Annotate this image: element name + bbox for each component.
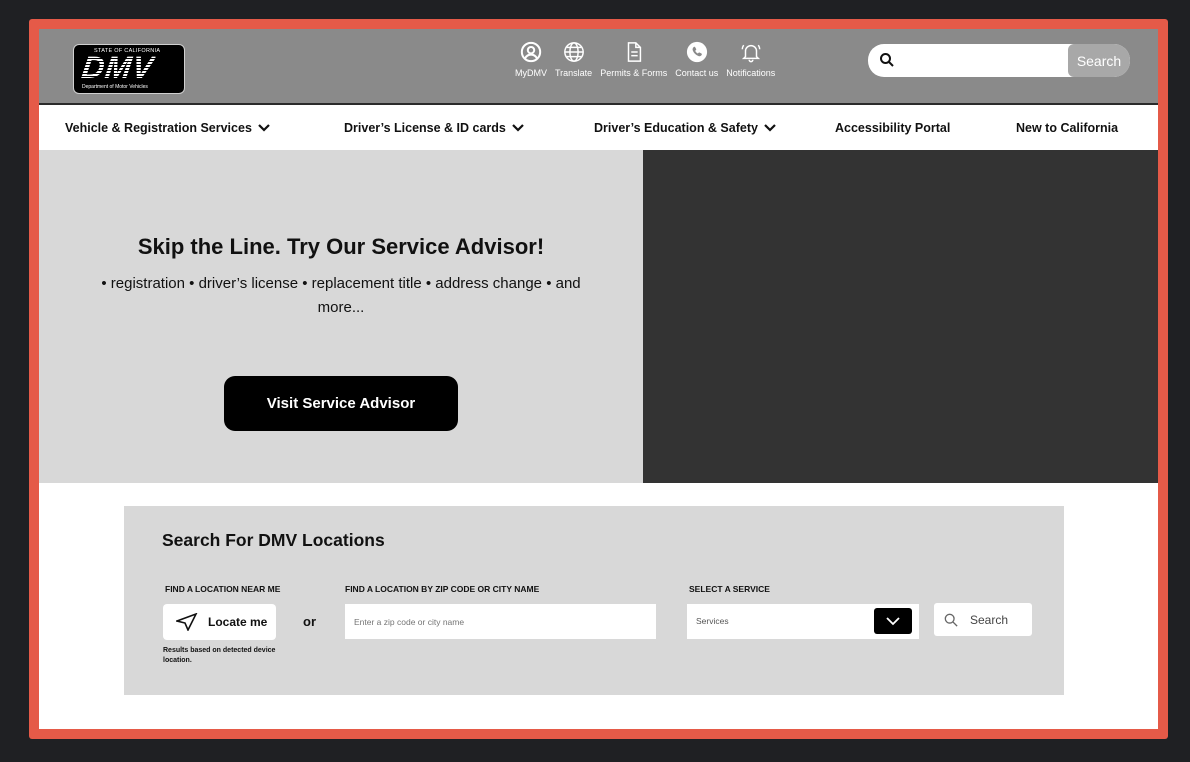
location-search-title: Search For DMV Locations (162, 530, 385, 550)
main-nav: Vehicle & Registration Services Driver’s… (39, 107, 1158, 150)
location-search-panel: Search For DMV Locations FIND A LOCATION… (124, 506, 1064, 695)
service-dropdown-toggle[interactable] (874, 608, 912, 634)
hero-subtitle: • registration • driver’s license • repl… (101, 275, 581, 316)
nav-drivers-education-label: Driver’s Education & Safety (594, 121, 758, 135)
nav-permits-forms-label: Permits & Forms (600, 68, 668, 78)
nav-new-to-california[interactable]: New to California (1016, 121, 1118, 135)
nav-drivers-license[interactable]: Driver’s License & ID cards (344, 121, 524, 135)
nav-new-to-california-label: New to California (1016, 121, 1119, 135)
nav-vehicle-registration[interactable]: Vehicle & Registration Services (65, 121, 270, 135)
chevron-down-icon (764, 124, 776, 132)
nav-translate-label: Translate (555, 68, 593, 78)
near-me-label: FIND A LOCATION NEAR ME (165, 584, 281, 594)
nav-contact-us[interactable]: Contact us (675, 41, 718, 78)
nav-accessibility-portal[interactable]: Accessibility Portal (835, 121, 950, 135)
chevron-down-icon (886, 616, 900, 625)
nav-drivers-license-label: Driver’s License & ID cards (344, 121, 506, 135)
nav-contact-us-label: Contact us (675, 68, 719, 78)
visit-service-advisor-button[interactable]: Visit Service Advisor (224, 376, 458, 431)
bell-icon (741, 44, 761, 63)
location-note: Results based on detected device locatio… (163, 647, 276, 664)
nav-accessibility-portal-label: Accessibility Portal (835, 121, 951, 135)
phone-icon (686, 41, 707, 63)
locate-me-label: Locate me (208, 615, 268, 629)
dmv-logo[interactable]: STATE OF CALIFORNIA DMV Department of Mo… (73, 44, 185, 94)
site-search-input[interactable] (902, 50, 1062, 72)
user-circle-icon (520, 41, 542, 63)
chevron-down-icon (512, 124, 524, 132)
nav-drivers-education[interactable]: Driver’s Education & Safety (594, 121, 776, 135)
globe-icon (563, 42, 584, 62)
nav-permits-forms[interactable]: Permits & Forms (600, 41, 667, 78)
location-search-label: Search (970, 612, 1009, 627)
nav-notifications[interactable]: Notifications (726, 41, 775, 78)
page: STATE OF CALIFORNIA DMV Department of Mo… (39, 29, 1158, 729)
document-icon (627, 42, 641, 62)
nav-notifications-label: Notifications (726, 68, 776, 78)
utility-nav: MyDMV Translate Permits & Forms Contact … (515, 41, 783, 78)
hero-panel: Skip the Line. Try Our Service Advisor! … (39, 150, 643, 483)
chevron-down-icon (258, 124, 270, 132)
service-label: SELECT A SERVICE (689, 584, 770, 594)
hero-image-placeholder (643, 150, 1158, 483)
search-icon (880, 53, 894, 67)
site-search: Search (868, 44, 1130, 77)
hero-title: Skip the Line. Try Our Service Advisor! (137, 234, 545, 259)
nav-vehicle-registration-label: Vehicle & Registration Services (65, 121, 252, 135)
nav-mydmv-label: MyDMV (515, 68, 547, 78)
location-search-button[interactable]: Search (934, 603, 1032, 636)
logo-dept-text: Department of Motor Vehicles (82, 84, 148, 90)
site-search-button[interactable]: Search (1068, 44, 1130, 77)
nav-mydmv[interactable]: MyDMV (515, 41, 547, 78)
search-icon (944, 613, 958, 627)
service-select[interactable]: Services (687, 604, 919, 639)
service-select-value: Services (696, 616, 729, 626)
zip-city-input[interactable] (345, 604, 656, 639)
zip-label: FIND A LOCATION BY ZIP CODE OR CITY NAME (345, 584, 540, 594)
locate-me-button[interactable]: Locate me (163, 604, 276, 640)
nav-translate[interactable]: Translate (555, 41, 592, 78)
logo-letters: DMV (79, 50, 157, 85)
navigation-arrow-icon (176, 613, 198, 631)
or-separator: or (303, 614, 316, 629)
site-header: STATE OF CALIFORNIA DMV Department of Mo… (39, 29, 1158, 105)
